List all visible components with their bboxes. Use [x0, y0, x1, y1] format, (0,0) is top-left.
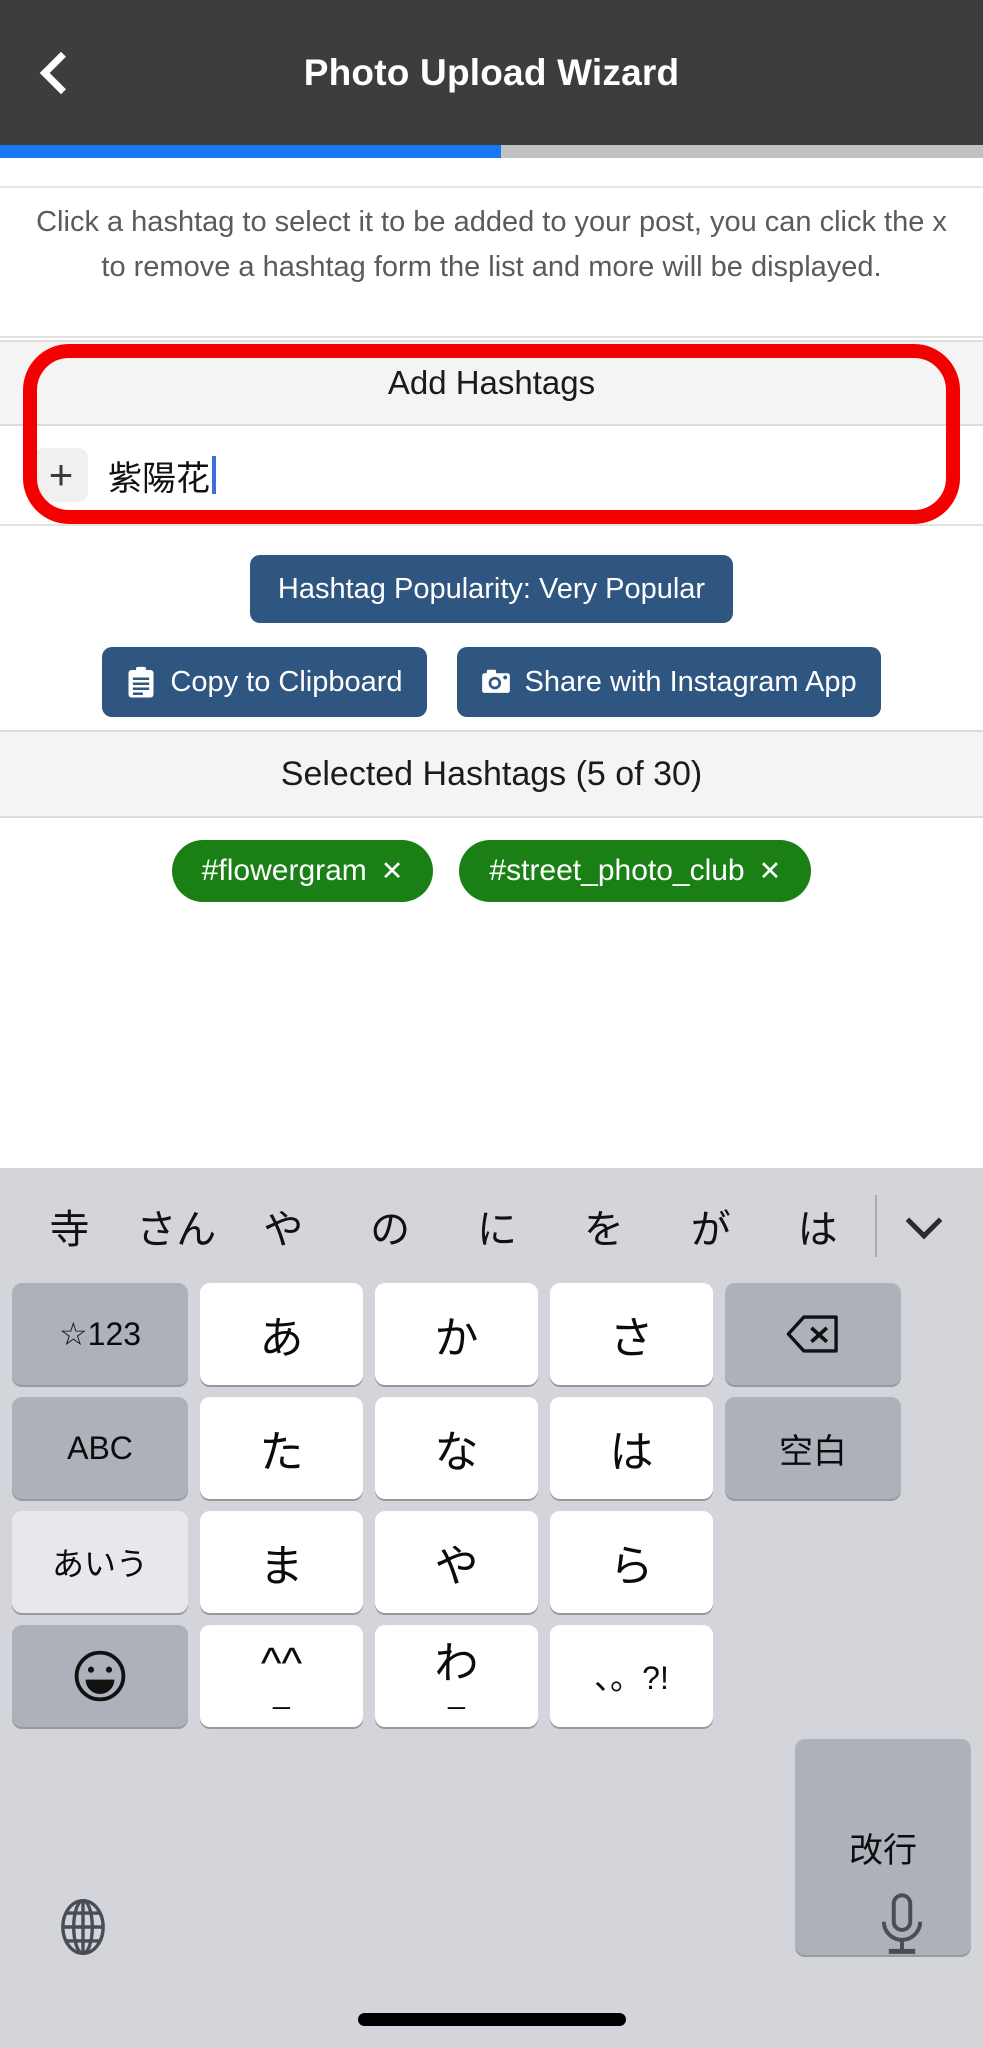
clipboard-icon	[128, 666, 154, 697]
microphone-icon	[881, 1893, 923, 1954]
key-symbols[interactable]: ☆123	[12, 1283, 188, 1385]
key-kaomoji-label: ^^ _	[260, 1638, 303, 1711]
emoji-icon	[74, 1650, 126, 1702]
instruction-section: Click a hashtag to select it to be added…	[0, 158, 983, 338]
selected-hashtags-header: Selected Hashtags (5 of 30)	[0, 730, 983, 818]
selected-hashtags-list: #flowergram ✕ #street_photo_club ✕	[0, 840, 983, 902]
text-cursor	[212, 456, 216, 494]
key-punctuation[interactable]: 、。?!	[550, 1625, 713, 1727]
divider	[875, 1194, 877, 1257]
suggestion-item[interactable]: が	[657, 1197, 764, 1255]
copy-to-clipboard-label: Copy to Clipboard	[170, 665, 403, 698]
page-title: Photo Upload Wizard	[303, 51, 680, 93]
app-header: Photo Upload Wizard	[0, 0, 983, 145]
copy-to-clipboard-button[interactable]: Copy to Clipboard	[102, 647, 427, 717]
collapse-suggestions-button[interactable]	[881, 1202, 967, 1244]
hashtag-chip[interactable]: #street_photo_club ✕	[459, 840, 812, 902]
key-wa-label: わ _	[434, 1638, 479, 1711]
screen-root: Photo Upload Wizard Click a hashtag to s…	[0, 0, 983, 2048]
add-hashtags-title: Add Hashtags	[387, 364, 596, 401]
popularity-badge: Hashtag Popularity: Very Popular	[249, 555, 734, 623]
globe-button[interactable]	[52, 1896, 114, 1963]
key-ka[interactable]: か	[375, 1283, 538, 1385]
keyboard-row: あいうまやら	[12, 1511, 971, 1613]
back-button[interactable]	[0, 0, 110, 145]
suggestion-item[interactable]: の	[337, 1197, 444, 1255]
keyboard-keys: ☆123 あかさ ABC たなは空白 あいうまやら ^^ _ わ _、。?! 改行	[0, 1283, 983, 1955]
suggestion-item[interactable]: や	[230, 1197, 337, 1255]
actions-section: Hashtag Popularity: Very Popular Copy to…	[0, 540, 983, 730]
key-ra[interactable]: ら	[550, 1511, 713, 1613]
hashtag-chip-label: #street_photo_club	[489, 854, 745, 887]
key-wa[interactable]: わ _	[375, 1625, 538, 1727]
add-hashtags-header: Add Hashtags	[0, 340, 983, 426]
suggestion-item[interactable]: は	[764, 1197, 871, 1255]
action-buttons-row: Copy to Clipboard Share with Instagram A…	[0, 623, 983, 717]
keyboard-bottom-bar	[0, 1878, 983, 2048]
key-abc[interactable]: ABC	[12, 1397, 188, 1499]
hashtag-chip-remove-icon[interactable]: ✕	[381, 856, 404, 887]
key-space[interactable]: 空白	[725, 1397, 901, 1499]
key-emoji[interactable]	[12, 1625, 188, 1727]
key-a[interactable]: あ	[200, 1283, 363, 1385]
share-instagram-button[interactable]: Share with Instagram App	[456, 647, 881, 717]
hashtag-input-row[interactable]: + 紫陽花	[0, 426, 983, 526]
progress-bar-track	[0, 145, 983, 158]
progress-bar-fill	[0, 145, 502, 158]
instruction-text: Click a hashtag to select it to be added…	[36, 206, 947, 283]
keyboard-row: ^^ _ わ _ 、。?!	[12, 1625, 971, 1727]
key-ha[interactable]: は	[550, 1397, 713, 1499]
key-delete[interactable]	[725, 1283, 901, 1385]
suggestion-bar: 寺さんやのにをがは	[0, 1168, 983, 1283]
suggestion-item[interactable]: に	[444, 1197, 551, 1255]
key-ya[interactable]: や	[375, 1511, 538, 1613]
divider	[0, 186, 983, 188]
chevron-down-icon	[905, 1202, 943, 1239]
popularity-row: Hashtag Popularity: Very Popular	[0, 540, 983, 623]
keyboard-row: ABC たなは空白	[12, 1397, 971, 1499]
camera-icon	[481, 669, 510, 693]
backspace-icon	[786, 1315, 838, 1353]
hashtag-chip[interactable]: #flowergram ✕	[171, 840, 434, 902]
suggestion-item[interactable]: さん	[123, 1197, 230, 1255]
home-indicator	[357, 2013, 626, 2026]
suggestion-item[interactable]: を	[550, 1197, 657, 1255]
key-ma[interactable]: ま	[200, 1511, 363, 1613]
key-sa[interactable]: さ	[550, 1283, 713, 1385]
add-hashtag-plus-icon[interactable]: +	[34, 448, 88, 502]
microphone-button[interactable]	[873, 1892, 931, 1963]
share-instagram-label: Share with Instagram App	[524, 665, 857, 698]
selected-hashtags-title: Selected Hashtags (5 of 30)	[280, 754, 703, 793]
suggestion-item[interactable]: 寺	[16, 1197, 123, 1255]
globe-icon	[61, 1898, 105, 1956]
add-hashtags-panel: Add Hashtags + 紫陽花	[0, 340, 983, 526]
hashtag-input-value: 紫陽花	[108, 459, 210, 498]
key-na[interactable]: な	[375, 1397, 538, 1499]
hashtag-chip-label: #flowergram	[201, 854, 367, 887]
key-kaomoji[interactable]: ^^ _	[200, 1625, 363, 1727]
key-kana[interactable]: あいう	[12, 1511, 188, 1613]
key-ta[interactable]: た	[200, 1397, 363, 1499]
japanese-keyboard: 寺さんやのにをがは ☆123 あかさ ABC たなは空白 あいうまやら ^^ _ わ _、。?!…	[0, 1168, 983, 2048]
hashtag-chip-remove-icon[interactable]: ✕	[759, 856, 782, 887]
hashtag-input[interactable]: 紫陽花	[108, 451, 216, 500]
keyboard-row: ☆123 あかさ	[12, 1283, 971, 1385]
chevron-left-icon	[39, 51, 83, 94]
